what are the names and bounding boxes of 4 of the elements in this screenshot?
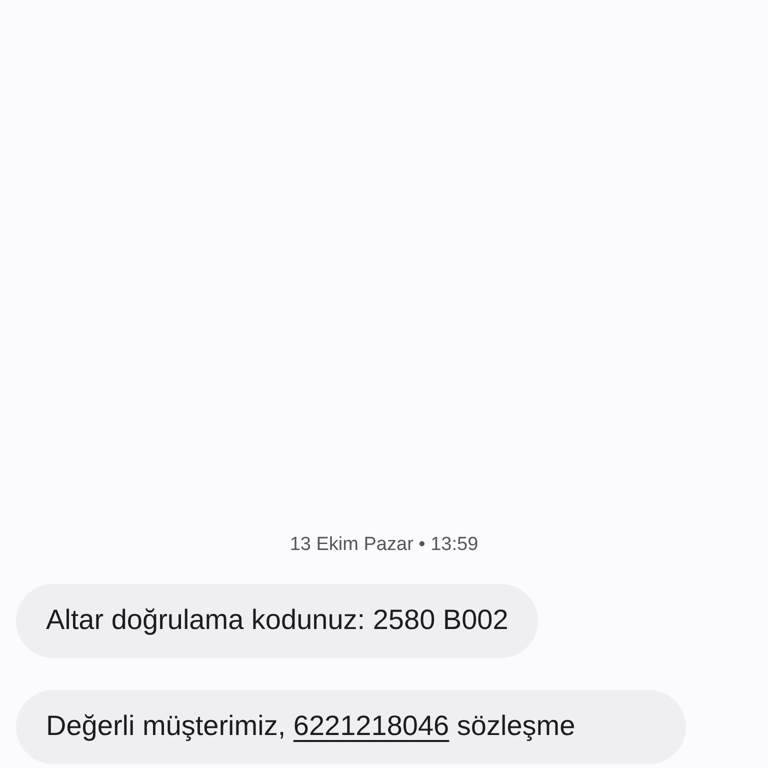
phone-number-link[interactable]: 6221218046 [293,710,450,741]
date-header: 13 Ekim Pazar • 13:59 [290,534,478,556]
message-bubble: Altar doğrulama kodunuz: 2580 B002 [16,584,538,658]
message-bubble: Değerli müşterimiz, 6221218046 sözleşme [16,690,686,764]
